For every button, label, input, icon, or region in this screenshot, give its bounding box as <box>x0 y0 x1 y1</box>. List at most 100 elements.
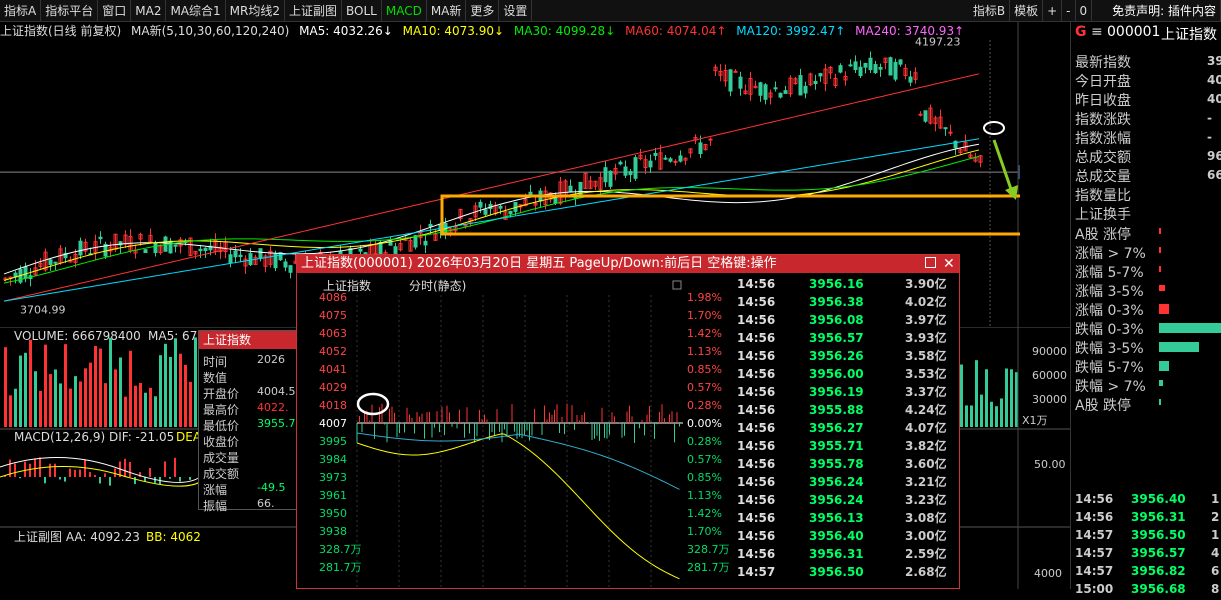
breadth-bar <box>1159 361 1169 371</box>
volume-bar <box>174 338 177 427</box>
popup-tick-row: 14:563956.274.07亿 <box>733 419 959 437</box>
popup-tick-price: 3956.24 <box>809 473 864 491</box>
volume-bar <box>1010 369 1013 427</box>
toolbar-right-item[interactable]: - <box>1062 0 1075 22</box>
candle-body <box>919 114 922 115</box>
macd-bar <box>149 468 151 477</box>
popup-tick-amount: 3.82亿 <box>905 437 947 455</box>
macd-bar <box>24 462 26 477</box>
popup-left-tick: 4063 <box>319 327 347 340</box>
popup-left-tick: 4075 <box>319 309 347 322</box>
candle-body <box>679 156 682 161</box>
quote-label: 指数量比 <box>1075 185 1131 205</box>
toolbar-tab[interactable]: MA新 <box>427 0 467 22</box>
tick-vol: 1 <box>1211 492 1219 506</box>
quote-label: 总成交量 <box>1075 166 1131 186</box>
toolbar-tab[interactable]: 窗口 <box>98 0 131 22</box>
toolbar-tab[interactable]: MA2 <box>131 0 166 22</box>
popup-tick-price: 3956.27 <box>809 419 864 437</box>
candle-body <box>944 128 947 129</box>
info-label: 最高价 <box>203 401 239 418</box>
breadth-bar <box>1159 304 1169 314</box>
quote-label: 今日开盘 <box>1075 71 1131 91</box>
volume-bar <box>134 386 137 427</box>
quote-value: 39 <box>1207 54 1221 68</box>
volume-bar <box>995 406 998 427</box>
intraday-popup[interactable]: 上证指数(000001) 2026年03月20日 星期五 PageUp/Down… <box>296 254 960 589</box>
macd-bar <box>94 475 96 477</box>
popup-maximize-icon[interactable] <box>925 257 936 268</box>
macd-bar <box>179 477 181 481</box>
volume-bar <box>59 383 62 427</box>
volume-bar <box>4 347 7 427</box>
toolbar-tab[interactable]: BOLL <box>342 0 382 22</box>
current-price-tag <box>1018 165 1020 179</box>
volume-bar <box>64 344 67 427</box>
popup-tick-time: 14:56 <box>737 311 775 329</box>
low-label: 3704.99 <box>20 303 66 316</box>
toolbar-tab[interactable]: 设置 <box>499 0 532 22</box>
candle-body <box>154 243 157 253</box>
popup-left-tick: 4086 <box>319 291 347 304</box>
volume-bar <box>84 368 87 427</box>
toolbar-right-item[interactable]: 0 <box>1076 0 1093 22</box>
popup-tick-amount: 3.53亿 <box>905 365 947 383</box>
toolbar-tab[interactable]: MA综合1 <box>166 0 225 22</box>
stock-name: 上证指数 <box>1161 24 1217 44</box>
popup-tick-time: 14:56 <box>737 527 775 545</box>
candle-body <box>909 77 912 82</box>
highlight-box <box>442 196 1020 234</box>
candle-body <box>854 62 857 70</box>
volume-bar <box>79 381 82 427</box>
macd-bar <box>174 458 176 477</box>
tick-row: 14:563956.312 <box>1071 510 1221 528</box>
toolbar-right-item[interactable]: 模板 <box>1010 0 1043 22</box>
breadth-bar <box>1159 399 1161 405</box>
popup-left-tick: 4007 <box>319 417 347 430</box>
menu-icon[interactable]: ≡ <box>1091 24 1103 40</box>
popup-tick-row: 14:563956.243.21亿 <box>733 473 959 491</box>
toolbar-tab[interactable]: MR均线2 <box>226 0 285 22</box>
popup-right-tick: 0.28% <box>687 399 722 412</box>
info-value: 4022. <box>257 401 289 414</box>
volume-bar <box>19 356 22 427</box>
breadth-label: 涨幅 3-5% <box>1075 281 1144 301</box>
toolbar-tab[interactable]: 更多 <box>466 0 499 22</box>
popup-tick-time: 14:56 <box>737 455 775 473</box>
sub-tick: 4000 <box>1034 567 1062 580</box>
ma-name: MA新(5,10,30,60,120,240) <box>131 24 289 38</box>
popup-tick-row: 14:573956.502.68亿 <box>733 563 959 581</box>
macd-bar <box>189 477 191 480</box>
breadth-label: A股 涨停 <box>1075 224 1131 244</box>
candle-body <box>759 83 762 95</box>
popup-tick-price: 3956.38 <box>809 293 864 311</box>
toolbar-tab[interactable]: MACD <box>382 0 427 22</box>
tick-row: 14:573956.501 <box>1071 528 1221 546</box>
popup-tick-time: 14:56 <box>737 293 775 311</box>
quote-label: 昨日收盘 <box>1075 90 1131 110</box>
toolbar-tab[interactable]: 指标平台 <box>41 0 98 22</box>
quote-label: 最新指数 <box>1075 52 1131 72</box>
volume-bar <box>89 363 92 427</box>
toolbar-tab[interactable]: 指标A <box>0 0 41 22</box>
popup-tick-row: 14:563956.193.37亿 <box>733 383 959 401</box>
volume-bar <box>9 395 12 427</box>
breadth-label: 涨幅 5-7% <box>1075 262 1144 282</box>
breadth-label: 涨幅 > 7% <box>1075 243 1146 263</box>
popup-tick-row: 14:563955.713.82亿 <box>733 437 959 455</box>
toolbar-right-item[interactable]: 指标B <box>969 0 1010 22</box>
candle-body <box>804 86 807 93</box>
popup-tick-price: 3955.71 <box>809 437 864 455</box>
popup-tick-price: 3956.57 <box>809 329 864 347</box>
popup-close-icon[interactable]: ✕ <box>943 255 955 273</box>
candle-body <box>99 237 102 238</box>
toolbar-right-item[interactable]: + <box>1043 0 1062 22</box>
intraday-chart[interactable]: 4086407540634052404140294018400739953984… <box>297 275 733 590</box>
macd-bar <box>129 462 131 477</box>
volume-bar <box>119 357 122 427</box>
candle-body <box>229 255 232 263</box>
tick-time: 14:56 <box>1075 492 1113 506</box>
toolbar-tab[interactable]: 上证副图 <box>285 0 342 22</box>
sub-legend: 上证副图 AA: 4092.23 <box>14 530 140 544</box>
tick-row: 14:573956.826 <box>1071 564 1221 582</box>
